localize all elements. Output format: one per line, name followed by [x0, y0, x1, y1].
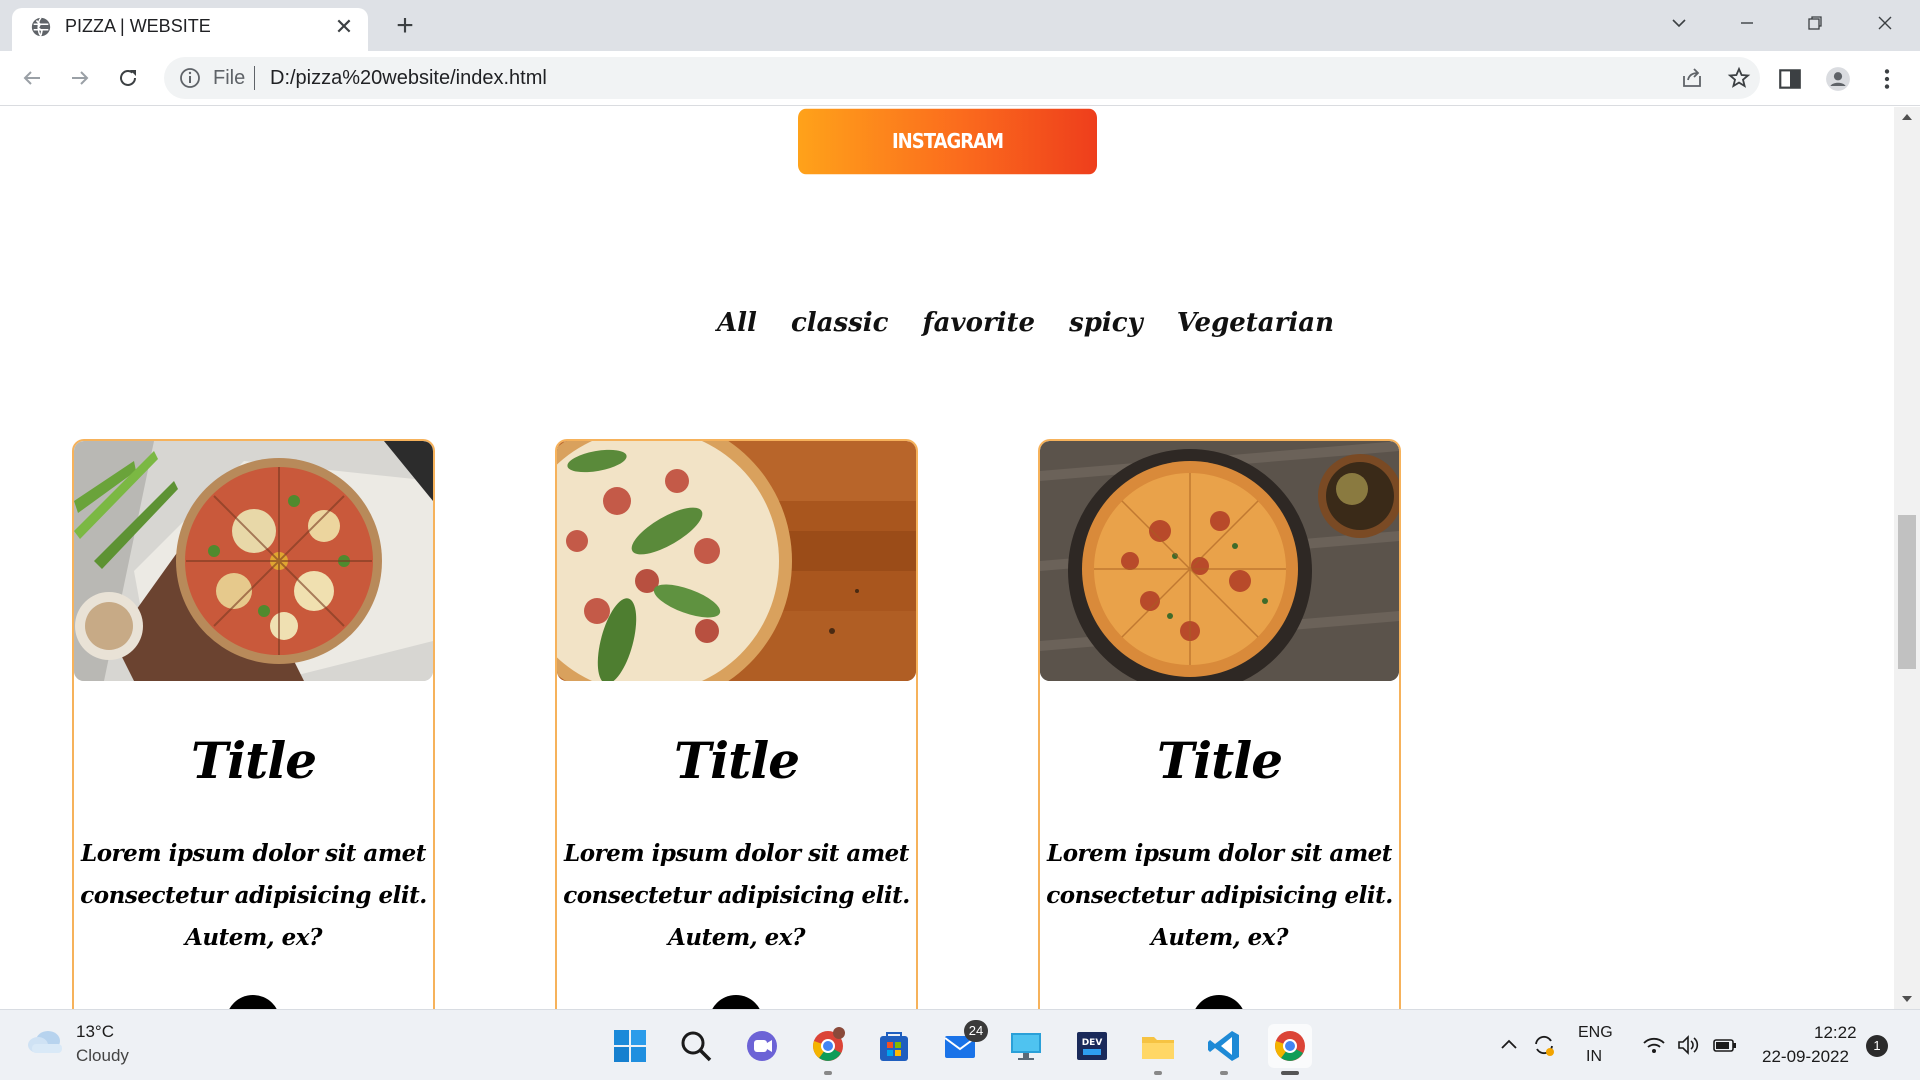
- pizza-image: [557, 441, 916, 681]
- chrome-icon[interactable]: [1268, 1024, 1312, 1075]
- page-viewport: INSTAGRAM All classic favorite spicy Veg…: [0, 107, 1894, 1009]
- pizza-image: [74, 441, 433, 681]
- card-action-button[interactable]: [1192, 995, 1246, 1009]
- chevron-up-icon[interactable]: [1496, 1032, 1522, 1058]
- region-indicator[interactable]: IN: [1586, 1048, 1602, 1066]
- back-button[interactable]: [14, 60, 50, 96]
- running-indicator: [824, 1071, 832, 1075]
- battery-icon[interactable]: [1712, 1032, 1738, 1058]
- notification-badge[interactable]: 1: [1866, 1035, 1888, 1057]
- weather-temperature[interactable]: 13°C: [76, 1022, 114, 1042]
- tab-close-icon[interactable]: ✕: [332, 15, 356, 39]
- filter-spicy[interactable]: spicy: [1069, 303, 1143, 343]
- chrome-profile-icon[interactable]: [806, 1024, 850, 1075]
- file-explorer-icon[interactable]: [1136, 1024, 1180, 1075]
- mail-badge: 24: [964, 1020, 988, 1042]
- dev-home-icon[interactable]: DEV: [1070, 1024, 1114, 1068]
- pizza-card: Title Lorem ipsum dolor sit amet consect…: [72, 439, 435, 1009]
- filter-favorite[interactable]: favorite: [922, 303, 1035, 343]
- filter-classic[interactable]: classic: [791, 303, 889, 343]
- card-action-button[interactable]: [709, 995, 763, 1009]
- filter-vegetarian[interactable]: Vegetarian: [1177, 303, 1334, 343]
- filter-menu: All classic favorite spicy Vegetarian: [700, 303, 1351, 343]
- address-scheme: File: [213, 67, 246, 89]
- close-window-button[interactable]: [1860, 8, 1910, 38]
- remote-desktop-icon[interactable]: [1004, 1024, 1048, 1068]
- bookmark-star-icon[interactable]: [1727, 66, 1751, 90]
- share-icon[interactable]: [1680, 66, 1704, 90]
- browser-tab[interactable]: PIZZA | WEBSITE ✕: [12, 8, 368, 51]
- clock-date[interactable]: 22-09-2022: [1762, 1047, 1849, 1067]
- card-title: Title: [673, 731, 800, 790]
- tab-title: PIZZA | WEBSITE: [65, 16, 211, 36]
- pizza-card: Title Lorem ipsum dolor sit amet consect…: [555, 439, 918, 1009]
- card-title: Title: [1156, 731, 1283, 790]
- card-description: Lorem ipsum dolor sit amet consectetur a…: [80, 840, 427, 951]
- clock-time[interactable]: 12:22: [1814, 1023, 1857, 1043]
- address-bar[interactable]: File D:/pizza%20website/index.html: [164, 57, 1760, 99]
- globe-icon: [31, 17, 51, 37]
- search-icon[interactable]: [674, 1024, 718, 1068]
- vscode-icon[interactable]: [1202, 1024, 1246, 1075]
- reload-button[interactable]: [110, 60, 146, 96]
- wifi-icon[interactable]: [1641, 1032, 1667, 1058]
- volume-icon[interactable]: [1675, 1032, 1701, 1058]
- forward-button[interactable]: [62, 60, 98, 96]
- info-icon[interactable]: [178, 66, 202, 90]
- reload-icon: [120, 69, 136, 86]
- more-menu-icon[interactable]: [1874, 66, 1900, 92]
- microsoft-store-icon[interactable]: [872, 1024, 916, 1068]
- card-action-button[interactable]: [226, 995, 280, 1009]
- browser-toolbar: File D:/pizza%20website/index.html: [0, 51, 1920, 106]
- running-indicator: [1220, 1071, 1228, 1075]
- forward-arrow-icon: [72, 71, 89, 85]
- teams-chat-icon[interactable]: [740, 1024, 784, 1068]
- scroll-up-arrow-icon[interactable]: [1894, 107, 1920, 127]
- page-scrollbar[interactable]: [1894, 107, 1920, 1009]
- svg-text:DEV: DEV: [1082, 1038, 1103, 1048]
- mail-icon[interactable]: 24: [938, 1020, 988, 1068]
- running-indicator: [1154, 1071, 1162, 1075]
- address-divider: [254, 66, 255, 90]
- minimize-button[interactable]: [1722, 8, 1772, 38]
- card-title: Title: [190, 731, 317, 790]
- cloud-icon[interactable]: [26, 1026, 66, 1056]
- tab-search-chevron-icon[interactable]: [1654, 8, 1704, 38]
- pizza-card: Title Lorem ipsum dolor sit amet consect…: [1038, 439, 1401, 1009]
- pizza-image: [1040, 441, 1399, 681]
- card-description: Lorem ipsum dolor sit amet consectetur a…: [1046, 840, 1393, 951]
- profile-avatar-icon[interactable]: [1825, 66, 1851, 92]
- back-arrow-icon: [23, 71, 40, 85]
- windows-taskbar: 13°C Cloudy 24 DEV ENG IN 12:22 22-09-20…: [0, 1009, 1920, 1080]
- active-indicator: [1281, 1071, 1299, 1075]
- instagram-button[interactable]: INSTAGRAM: [798, 108, 1097, 175]
- side-panel-icon[interactable]: [1777, 66, 1803, 92]
- card-description: Lorem ipsum dolor sit amet consectetur a…: [563, 840, 910, 951]
- restore-button[interactable]: [1790, 8, 1840, 38]
- scrollbar-thumb[interactable]: [1898, 515, 1916, 669]
- scroll-down-arrow-icon[interactable]: [1894, 989, 1920, 1009]
- weather-condition[interactable]: Cloudy: [76, 1046, 129, 1066]
- sync-icon[interactable]: [1531, 1032, 1557, 1058]
- start-icon[interactable]: [608, 1024, 652, 1068]
- browser-title-bar: PIZZA | WEBSITE ✕ +: [0, 0, 1920, 51]
- filter-all[interactable]: All: [717, 303, 757, 343]
- new-tab-button[interactable]: +: [390, 11, 420, 42]
- address-url[interactable]: D:/pizza%20website/index.html: [270, 66, 547, 90]
- language-indicator[interactable]: ENG: [1578, 1024, 1613, 1042]
